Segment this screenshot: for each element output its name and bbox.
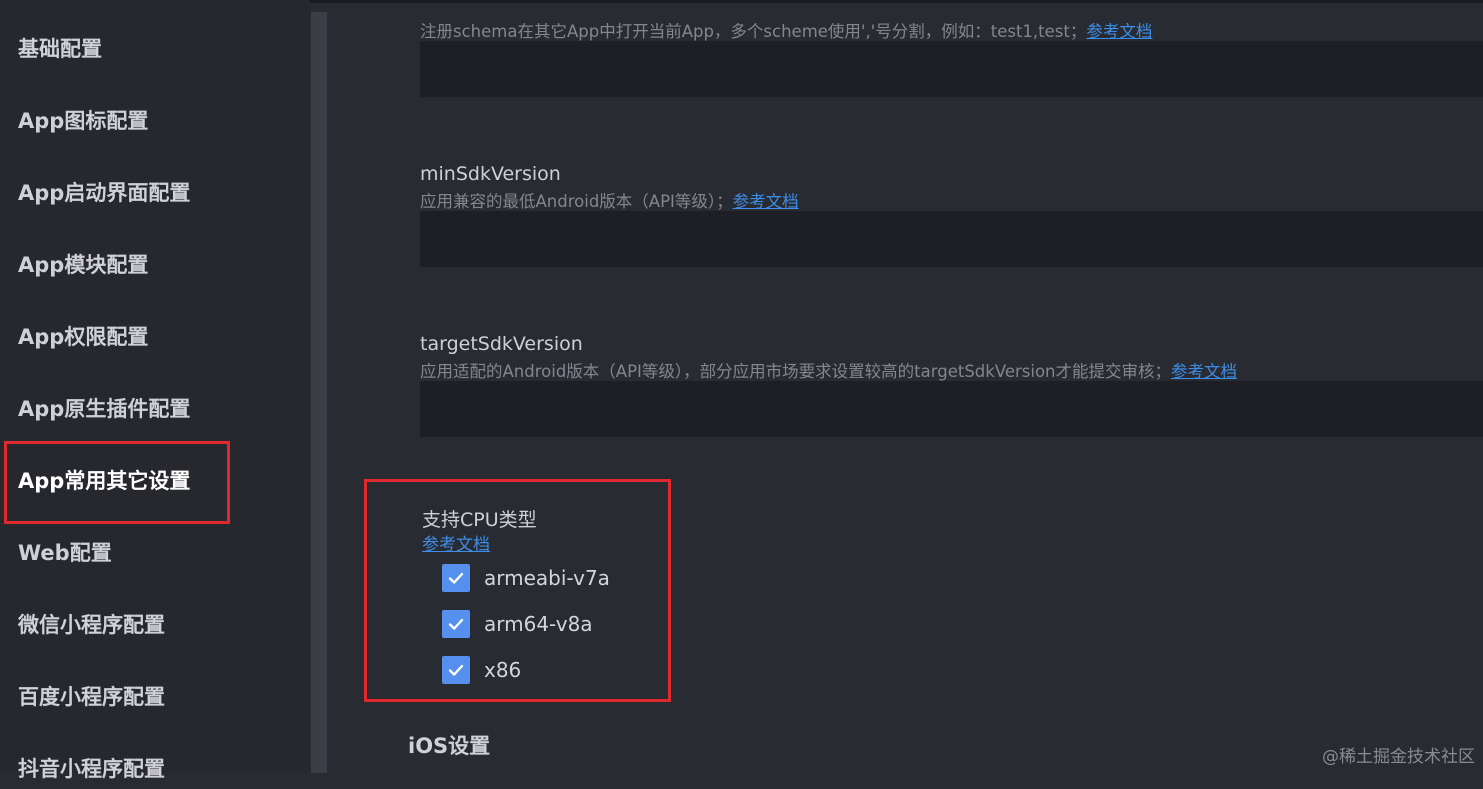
sidebar-item-app-native-plugins[interactable]: App原生插件配置 xyxy=(18,389,190,429)
min-sdk-doc-link[interactable]: 参考文档 xyxy=(733,192,799,211)
sidebar-scrollbar[interactable] xyxy=(311,12,327,773)
sidebar-item-baidu-miniprogram[interactable]: 百度小程序配置 xyxy=(18,677,165,717)
min-sdk-input[interactable] xyxy=(420,211,1483,267)
min-sdk-title: minSdkVersion xyxy=(420,163,561,185)
min-sdk-description-text: 应用兼容的最低Android版本（API等级）； xyxy=(420,192,733,211)
sidebar-item-app-modules[interactable]: App模块配置 xyxy=(18,245,148,285)
sidebar-item-weixin-miniprogram[interactable]: 微信小程序配置 xyxy=(18,605,165,645)
schemes-description-text: 注册schema在其它App中打开当前App，多个scheme使用','号分割，… xyxy=(420,22,1087,41)
ios-section-title: iOS设置 xyxy=(408,734,491,758)
target-sdk-input[interactable] xyxy=(420,381,1483,437)
target-sdk-description-text: 应用适配的Android版本（API等级），部分应用市场要求设置较高的targe… xyxy=(420,362,1171,381)
target-sdk-doc-link[interactable]: 参考文档 xyxy=(1171,362,1237,381)
sidebar-item-douyin-miniprogram[interactable]: 抖音小程序配置 xyxy=(18,749,165,789)
sidebar-highlight-box xyxy=(4,441,230,524)
target-sdk-title: targetSdkVersion xyxy=(420,333,583,355)
watermark: @稀土掘金技术社区 xyxy=(1322,747,1475,767)
target-sdk-description: 应用适配的Android版本（API等级），部分应用市场要求设置较高的targe… xyxy=(420,358,1237,382)
schemes-doc-link[interactable]: 参考文档 xyxy=(1086,22,1152,41)
cpu-highlight-box xyxy=(364,479,671,702)
sidebar-item-basic[interactable]: 基础配置 xyxy=(18,29,102,69)
settings-sidebar: 基础配置 App图标配置 App启动界面配置 App模块配置 App权限配置 A… xyxy=(0,0,310,781)
settings-content: 注册schema在其它App中打开当前App，多个scheme使用','号分割，… xyxy=(330,0,1483,773)
sidebar-item-web[interactable]: Web配置 xyxy=(18,533,112,573)
sidebar-item-app-permissions[interactable]: App权限配置 xyxy=(18,317,148,357)
schemes-description: 注册schema在其它App中打开当前App，多个scheme使用','号分割，… xyxy=(420,18,1152,42)
schemes-input[interactable] xyxy=(420,41,1483,97)
sidebar-item-app-splash[interactable]: App启动界面配置 xyxy=(18,173,190,213)
sidebar-item-app-icon[interactable]: App图标配置 xyxy=(18,101,148,141)
min-sdk-description: 应用兼容的最低Android版本（API等级）；参考文档 xyxy=(420,188,799,212)
